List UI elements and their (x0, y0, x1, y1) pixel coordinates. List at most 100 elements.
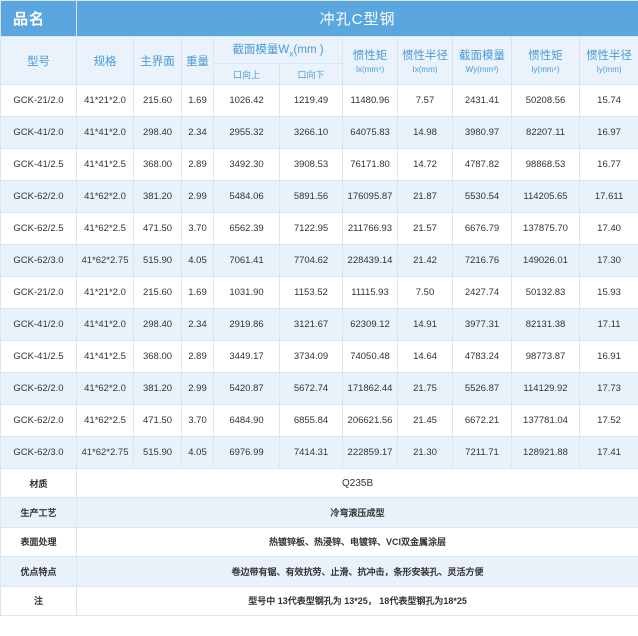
cell-inertia-y: 114205.65 (511, 180, 580, 213)
cell-wx-up: 5484.06 (213, 180, 280, 213)
cell-inertia-y: 82207.11 (511, 116, 580, 149)
table-row: GCK-21/2.0 41*21*2.0 215.60 1.69 1031.90 1153… (0, 276, 638, 309)
cell-wx-down: 1153.52 (279, 276, 343, 309)
cell-area: 368.00 (133, 148, 182, 181)
cell-wx-down: 6855.84 (279, 404, 343, 437)
cell-model: GCK-41/2.0 (0, 116, 77, 149)
table-row: GCK-41/2.0 41*41*2.0 298.40 2.34 2955.32 3266… (0, 116, 638, 149)
footer-value: 型号中 13代表型钢孔为 13*25， 18代表型钢孔为18*25 (75, 585, 638, 616)
cell-inertia-y: 98773.87 (511, 340, 580, 373)
cell-inertia-x: 222859.17 (342, 436, 398, 469)
cell-area: 368.00 (133, 340, 182, 373)
inertia-y-unit: Iy(mm⁴) (531, 65, 560, 74)
footer-row: 注型号中 13代表型钢孔为 13*25， 18代表型钢孔为18*25 (0, 585, 638, 616)
cell-model: GCK-62/3.0 (0, 244, 77, 277)
cell-radius-y: 16.97 (578, 116, 638, 149)
cell-area: 471.50 (133, 212, 182, 245)
cell-spec: 41*62*2.0 (76, 180, 134, 213)
cell-wx-down: 7704.62 (279, 244, 343, 277)
table-row: GCK-62/3.0 41*62*2.75 515.90 4.05 6976.99 741… (0, 436, 638, 469)
table-row: GCK-62/3.0 41*62*2.75 515.90 4.05 7061.41 770… (0, 244, 638, 277)
cell-radius-y: 15.93 (578, 276, 638, 309)
cell-spec: 41*21*2.0 (76, 276, 134, 309)
footer-value: 冷弯滚压成型 (75, 497, 638, 528)
cell-weight: 4.05 (181, 436, 214, 469)
cell-radius-y: 17.40 (578, 212, 638, 245)
cell-model: GCK-62/2.0 (0, 404, 77, 437)
cell-weight: 3.70 (181, 212, 214, 245)
cell-inertia-x: 76171.80 (342, 148, 398, 181)
cell-modulus-y: 2427.74 (452, 276, 512, 309)
cell-modulus-y: 2431.41 (452, 84, 512, 117)
cell-inertia-x: 11115.93 (342, 276, 398, 309)
section-modulus-label: 截面模量W (232, 44, 290, 57)
radius-x-label: 惯性半径 (402, 50, 448, 62)
inertia-y-label: 惯性矩 (528, 50, 563, 62)
cell-area: 471.50 (133, 404, 182, 437)
cell-area: 298.40 (133, 308, 182, 341)
cell-modulus-y: 7216.76 (452, 244, 512, 277)
table-row: GCK-21/2.0 41*21*2.0 215.60 1.69 1026.42 1219… (0, 84, 638, 117)
cell-weight: 2.34 (181, 308, 214, 341)
cell-model: GCK-21/2.0 (0, 84, 77, 117)
cell-inertia-x: 62309.12 (342, 308, 398, 341)
cell-weight: 3.70 (181, 404, 214, 437)
cell-spec: 41*41*2.0 (76, 116, 134, 149)
cell-area: 515.90 (133, 244, 182, 277)
cell-inertia-y: 128921.88 (511, 436, 580, 469)
cell-wx-up: 6976.99 (213, 436, 280, 469)
footer-value: Q235B (75, 467, 638, 499)
footer-label: 材质 (0, 467, 77, 499)
cell-wx-down: 1219.49 (279, 84, 343, 117)
cell-spec: 41*41*2.5 (76, 148, 134, 181)
cell-model: GCK-21/2.0 (0, 276, 77, 309)
cell-wx-up: 1026.42 (213, 84, 280, 117)
cell-radius-x: 14.64 (397, 340, 453, 373)
cell-weight: 1.69 (181, 84, 214, 117)
cell-wx-down: 3908.53 (279, 148, 343, 181)
cell-spec: 41*41*2.5 (76, 340, 134, 373)
cell-model: GCK-41/2.0 (0, 308, 77, 341)
footer-label: 注 (0, 585, 77, 616)
radius-y-unit: Iy(mm) (596, 65, 622, 74)
cell-weight: 2.99 (181, 372, 214, 405)
cell-radius-x: 7.50 (397, 276, 453, 309)
modulus-y-unit: Wy(mm³) (465, 65, 499, 74)
cell-weight: 2.89 (181, 340, 214, 373)
cell-modulus-y: 7211.71 (452, 436, 512, 469)
title-row: 品名 冲孔C型钢 (0, 0, 638, 37)
footer-value: 热镀锌板、热浸锌、电镀锌、VCI双金属涂层 (75, 526, 638, 558)
cell-weight: 4.05 (181, 244, 214, 277)
col-header-downward: 口向下 (279, 63, 343, 85)
cell-inertia-y: 149026.01 (511, 244, 580, 277)
cell-weight: 2.34 (181, 116, 214, 149)
cell-inertia-x: 228439.14 (342, 244, 398, 277)
cell-radius-y: 17.11 (578, 308, 638, 341)
cell-radius-y: 16.77 (578, 148, 638, 181)
cell-radius-x: 7.57 (397, 84, 453, 117)
cell-wx-down: 3121.67 (279, 308, 343, 341)
product-name-label: 品名 (0, 0, 77, 37)
cell-inertia-y: 137875.70 (511, 212, 580, 245)
cell-wx-up: 6484.90 (213, 404, 280, 437)
col-header-inertia-x: 惯性矩 Ix(mm⁴) (342, 36, 398, 85)
cell-model: GCK-62/2.0 (0, 180, 77, 213)
cell-spec: 41*62*2.75 (76, 244, 134, 277)
cell-inertia-x: 176095.87 (342, 180, 398, 213)
cell-wx-up: 5420.87 (213, 372, 280, 405)
cell-modulus-y: 4783.24 (452, 340, 512, 373)
cell-model: GCK-41/2.5 (0, 340, 77, 373)
cell-radius-y: 17.30 (578, 244, 638, 277)
cell-radius-y: 17.52 (578, 404, 638, 437)
radius-x-unit: Ix(mm) (412, 65, 438, 74)
cell-spec: 41*21*2.0 (76, 84, 134, 117)
cell-modulus-y: 3980.97 (452, 116, 512, 149)
inertia-x-unit: Ix(mm⁴) (355, 65, 385, 74)
cell-area: 381.20 (133, 372, 182, 405)
cell-wx-up: 2955.32 (213, 116, 280, 149)
cell-radius-x: 21.57 (397, 212, 453, 245)
cell-wx-up: 3449.17 (213, 340, 280, 373)
cell-radius-x: 21.30 (397, 436, 453, 469)
table-row: GCK-41/2.0 41*41*2.0 298.40 2.34 2919.86 3121… (0, 308, 638, 341)
cell-radius-y: 15.74 (578, 84, 638, 117)
